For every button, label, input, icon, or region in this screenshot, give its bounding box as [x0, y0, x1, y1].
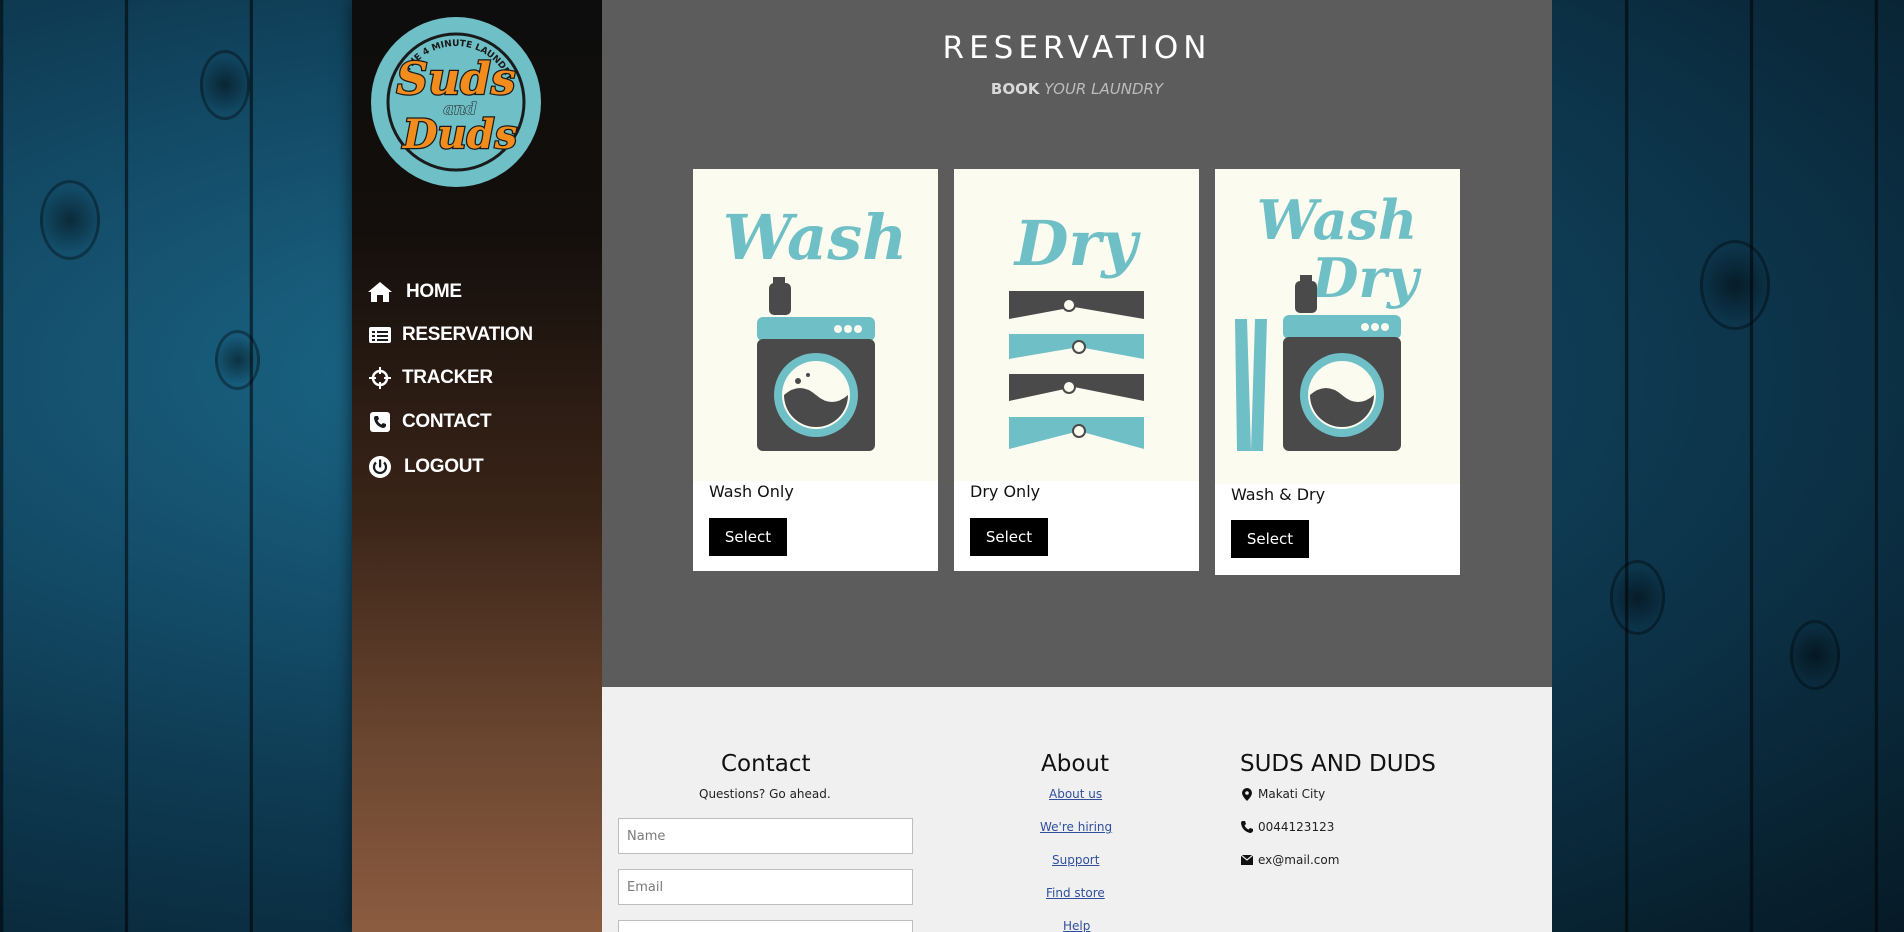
- subtitle-bold: BOOK: [990, 80, 1040, 98]
- select-wash-button[interactable]: Select: [709, 518, 787, 556]
- phone-icon: [366, 408, 394, 436]
- dry-illustration: Dry: [954, 169, 1199, 481]
- phone-icon: [1240, 820, 1254, 834]
- envelope-icon: [1240, 853, 1254, 867]
- page-title: RESERVATION: [942, 30, 1212, 66]
- power-icon: [366, 453, 394, 481]
- svg-text:Wash: Wash: [723, 201, 907, 274]
- hiring-link[interactable]: We're hiring: [1040, 820, 1112, 834]
- nav-label: LOGOUT: [404, 456, 484, 477]
- wood-knot: [1700, 240, 1770, 330]
- svg-text:Suds: Suds: [396, 54, 515, 105]
- nav-label: HOME: [406, 281, 462, 302]
- service-name: Wash Only: [709, 482, 794, 501]
- sidebar: THE 4 MINUTE LAUNDRY Suds and Duds HOME …: [352, 0, 602, 932]
- company-heading: SUDS AND DUDS: [1240, 751, 1436, 777]
- svg-text:Dry: Dry: [1310, 246, 1422, 310]
- service-name: Dry Only: [970, 482, 1041, 501]
- nav-item-contact[interactable]: CONTACT: [366, 407, 492, 437]
- wood-knot: [40, 180, 100, 260]
- email-field[interactable]: [618, 869, 913, 905]
- nav-item-logout[interactable]: LOGOUT: [366, 452, 484, 482]
- phone-row: 0044123123: [1240, 820, 1334, 834]
- subtitle-italic: YOUR LAUNDRY: [1044, 80, 1164, 98]
- wood-knot: [1610, 560, 1665, 635]
- email-text: ex@mail.com: [1258, 853, 1340, 867]
- svg-text:Wash: Wash: [1257, 188, 1418, 252]
- wood-knot: [215, 330, 260, 390]
- find-store-link[interactable]: Find store: [1046, 886, 1105, 900]
- page-subtitle: BOOK YOUR LAUNDRY: [602, 80, 1552, 98]
- support-link[interactable]: Support: [1052, 853, 1099, 867]
- service-name: Wash & Dry: [1231, 485, 1326, 504]
- location-text: Makati City: [1258, 787, 1326, 801]
- phone-text: 0044123123: [1258, 820, 1335, 834]
- home-icon: [366, 278, 394, 306]
- nav-item-tracker[interactable]: TRACKER: [366, 363, 493, 393]
- select-dry-button[interactable]: Select: [970, 518, 1048, 556]
- suds-and-duds-logo[interactable]: THE 4 MINUTE LAUNDRY Suds and Duds: [370, 16, 542, 188]
- svg-text:Dry: Dry: [1013, 207, 1141, 280]
- crosshair-icon: [366, 364, 394, 392]
- name-field[interactable]: [618, 818, 913, 854]
- wood-knot: [1790, 620, 1840, 690]
- footer: Contact Questions? Go ahead. About About…: [602, 687, 1552, 932]
- service-card-wash: Wash Wash Only Select: [693, 169, 938, 571]
- message-field[interactable]: [618, 920, 913, 932]
- email-row: ex@mail.com: [1240, 853, 1339, 867]
- wash-dry-illustration: Wash Dry: [1215, 169, 1460, 484]
- nav-label: TRACKER: [402, 367, 493, 388]
- help-link[interactable]: Help: [1063, 919, 1090, 932]
- nav-item-reservation[interactable]: RESERVATION: [366, 320, 533, 350]
- map-pin-icon: [1240, 787, 1254, 801]
- about-us-link[interactable]: About us: [1049, 787, 1102, 801]
- nav-item-home[interactable]: HOME: [366, 277, 462, 307]
- contact-heading: Contact: [721, 751, 811, 777]
- svg-text:Duds: Duds: [402, 111, 517, 158]
- wash-illustration: Wash: [693, 169, 938, 481]
- service-card-wash-dry: Wash Dry Wash & Dry Select: [1215, 169, 1460, 575]
- select-wash-dry-button[interactable]: Select: [1231, 520, 1309, 558]
- service-card-dry: Dry Dry Only Select: [954, 169, 1199, 571]
- about-heading: About: [1041, 751, 1110, 777]
- location-row: Makati City: [1240, 787, 1325, 801]
- contact-subtext: Questions? Go ahead.: [699, 787, 831, 801]
- main-panel: RESERVATION BOOK YOUR LAUNDRY Wash Wash …: [602, 0, 1552, 687]
- list-icon: [366, 321, 394, 349]
- nav-label: RESERVATION: [402, 324, 533, 345]
- wood-knot: [200, 50, 250, 120]
- nav-label: CONTACT: [402, 411, 492, 432]
